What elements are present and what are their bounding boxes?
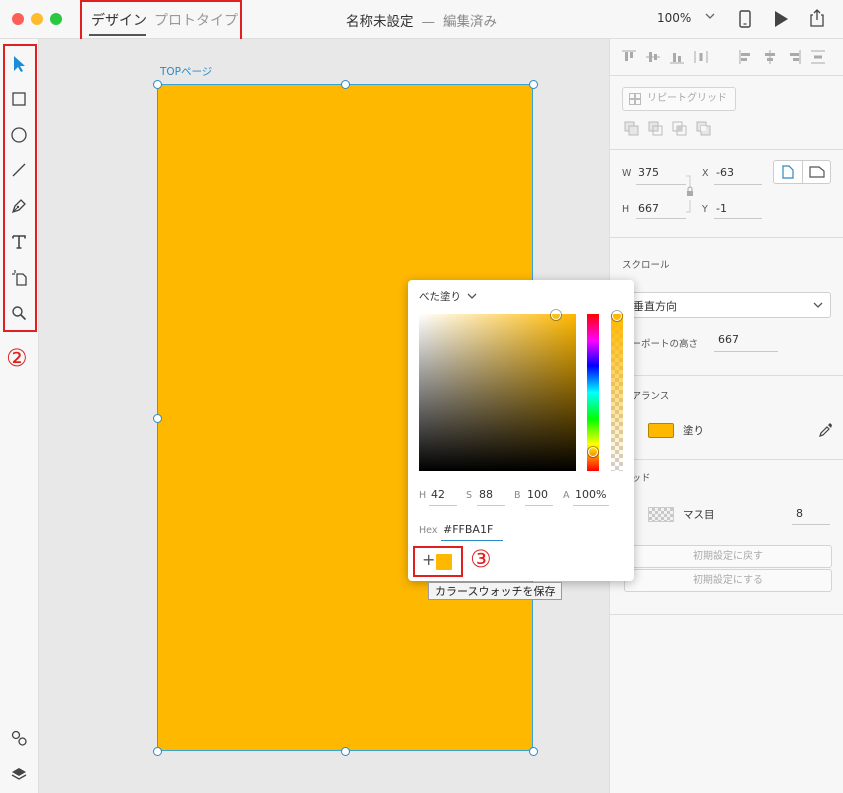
resize-handle-bottom[interactable] xyxy=(341,747,350,756)
make-default-button[interactable]: 初期設定にする xyxy=(624,569,832,592)
height-label: H xyxy=(622,204,630,215)
resize-handle-top-left[interactable] xyxy=(153,80,162,89)
boolean-exclude-icon[interactable] xyxy=(696,121,712,140)
chevron-down-icon[interactable] xyxy=(704,10,716,25)
zoom-level[interactable]: 100% xyxy=(657,11,691,25)
scroll-select[interactable]: 垂直方向 xyxy=(622,292,831,318)
hue-knob[interactable] xyxy=(588,447,598,457)
share-icon[interactable] xyxy=(808,8,826,31)
annotation-box-tabs xyxy=(80,0,242,42)
brightness-label: B xyxy=(514,490,521,501)
eyedropper-icon[interactable] xyxy=(818,422,834,441)
repeat-grid-button[interactable]: リピートグリッド xyxy=(622,87,736,111)
align-left-icon[interactable] xyxy=(738,49,754,68)
opacity-slider[interactable] xyxy=(611,311,623,471)
opacity-knob[interactable] xyxy=(612,311,622,321)
annotation-number-2: ② xyxy=(6,344,28,372)
portrait-icon[interactable] xyxy=(774,161,803,183)
layers-icon[interactable] xyxy=(8,763,30,785)
popover-arrow xyxy=(624,423,634,437)
fill-swatch[interactable] xyxy=(648,423,674,438)
saturation-brightness-area[interactable] xyxy=(419,310,576,471)
swatch-tooltip: カラースウォッチを保存 xyxy=(428,582,563,600)
fill-type-dropdown[interactable]: べた塗り xyxy=(419,289,477,304)
orientation-toggle xyxy=(773,160,831,184)
resize-handle-top-right[interactable] xyxy=(529,80,538,89)
alpha-label: A xyxy=(563,490,570,501)
boolean-subtract-icon[interactable] xyxy=(648,121,664,140)
saturation-knob[interactable] xyxy=(551,310,561,320)
boolean-intersect-icon[interactable] xyxy=(672,121,688,140)
artboard-label[interactable]: TOPページ xyxy=(160,64,212,79)
resize-handle-top[interactable] xyxy=(341,80,350,89)
align-bottom-icon[interactable] xyxy=(669,49,685,68)
property-inspector: リピートグリッド W 375 H 667 X -63 Y -1 スクロール 垂直… xyxy=(609,39,843,793)
distribute-vertical-icon[interactable] xyxy=(810,49,826,68)
saturation-value[interactable]: 88 xyxy=(479,488,493,501)
hue-label: H xyxy=(419,490,427,501)
grid-size-value[interactable]: 8 xyxy=(796,507,803,520)
saturation-label: S xyxy=(466,490,473,501)
boolean-add-icon[interactable] xyxy=(624,121,640,140)
align-right-icon[interactable] xyxy=(786,49,802,68)
width-value[interactable]: 375 xyxy=(638,166,659,179)
reset-default-button[interactable]: 初期設定に戻す xyxy=(624,545,832,568)
alpha-value[interactable]: 100% xyxy=(575,488,606,501)
x-label: X xyxy=(702,168,709,179)
height-value[interactable]: 667 xyxy=(638,202,659,215)
hue-slider[interactable] xyxy=(587,314,599,471)
resize-handle-left[interactable] xyxy=(153,414,162,423)
scroll-heading: スクロール xyxy=(622,260,670,271)
annotation-box-tools xyxy=(3,44,37,332)
play-preview-icon[interactable] xyxy=(773,10,789,31)
hex-label: Hex xyxy=(419,525,438,536)
device-preview-icon[interactable] xyxy=(738,10,752,31)
annotation-box-swatch xyxy=(413,546,463,577)
hex-value[interactable]: #FFBA1F xyxy=(443,523,493,536)
chevron-down-icon xyxy=(813,302,823,308)
align-center-icon[interactable] xyxy=(762,49,778,68)
align-middle-icon[interactable] xyxy=(645,49,661,68)
hue-value[interactable]: 42 xyxy=(431,488,445,501)
y-label: Y xyxy=(702,204,708,215)
chevron-down-icon xyxy=(467,293,477,299)
grid-swatch[interactable] xyxy=(648,507,674,522)
brightness-value[interactable]: 100 xyxy=(527,488,548,501)
landscape-icon[interactable] xyxy=(803,161,830,183)
fill-label: 塗り xyxy=(683,425,704,437)
lock-aspect-icon[interactable] xyxy=(682,174,698,217)
resize-handle-bottom-right[interactable] xyxy=(529,747,538,756)
hex-focus-underline xyxy=(441,540,503,541)
distribute-horizontal-icon[interactable] xyxy=(693,49,709,68)
grid-label: マス目 xyxy=(683,509,715,521)
y-value[interactable]: -1 xyxy=(716,202,727,215)
align-top-icon[interactable] xyxy=(621,49,637,68)
viewport-height-value[interactable]: 667 xyxy=(718,333,739,346)
width-label: W xyxy=(622,168,632,179)
x-value[interactable]: -63 xyxy=(716,166,734,179)
resize-handle-bottom-left[interactable] xyxy=(153,747,162,756)
annotation-number-3: ③ xyxy=(470,545,492,573)
color-picker-popover: べた塗り H 42 S 88 B 100 A 100% Hex #FFBA1F … xyxy=(408,280,634,581)
assets-icon[interactable] xyxy=(8,727,30,749)
